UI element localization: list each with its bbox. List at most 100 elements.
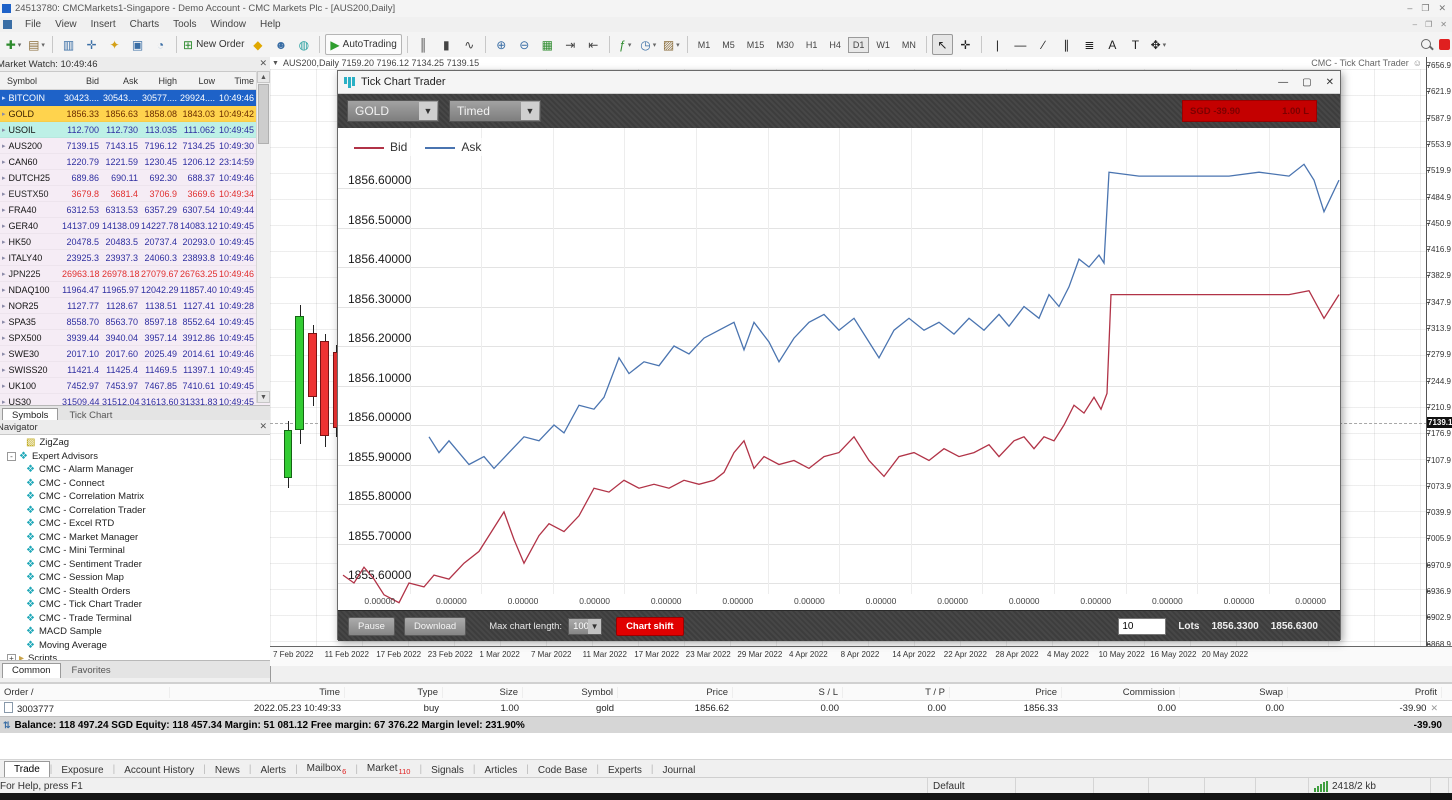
terminal-tab-exposure[interactable]: Exposure — [52, 763, 112, 778]
nav-item-cmc-trade-terminal[interactable]: ❖CMC - Trade Terminal — [0, 612, 270, 626]
terminal-tab-experts[interactable]: Experts — [599, 763, 651, 778]
menu-tools[interactable]: Tools — [166, 19, 203, 30]
nav-item-cmc-excel-rtd[interactable]: ❖CMC - Excel RTD — [0, 517, 270, 531]
tick-window-title-bar[interactable]: Tick Chart Trader — ▢ ✕ — [338, 71, 1340, 94]
timeframe-m15-button[interactable]: M15 — [742, 37, 770, 53]
chart-shift-button[interactable]: Chart shift — [616, 617, 684, 636]
maximize-button[interactable]: ❐ — [1421, 3, 1429, 14]
column-header-symbol[interactable]: Symbol — [0, 76, 62, 86]
timeframe-mn-button[interactable]: MN — [897, 37, 921, 53]
terminal-column-sl[interactable]: S / L — [733, 687, 843, 698]
timeframe-m1-button[interactable]: M1 — [693, 37, 716, 53]
nav-item-cmc-session-map[interactable]: ❖CMC - Session Map — [0, 571, 270, 585]
symbol-row-dutch25[interactable]: ▸DUTCH25689.86690.11692.30688.3710:49:46 — [0, 170, 270, 186]
symbol-row-spa35[interactable]: ▸SPA358558.708563.708597.188552.6410:49:… — [0, 314, 270, 330]
timeframe-d1-button[interactable]: D1 — [848, 37, 870, 53]
scrollbar-thumb[interactable] — [258, 84, 269, 144]
terminal-tab-journal[interactable]: Journal — [654, 763, 705, 778]
menu-help[interactable]: Help — [253, 19, 288, 30]
child-close-button[interactable]: ✕ — [1440, 20, 1447, 29]
timeframe-m5-button[interactable]: M5 — [717, 37, 740, 53]
zoom-in-button[interactable]: ⊕ — [491, 34, 512, 55]
pause-button[interactable]: Pause — [348, 617, 395, 636]
tick-maximize-button[interactable]: ▢ — [1302, 77, 1311, 88]
symbol-row-us30[interactable]: ▸US3031509.4431512.0431613.6031331.8310:… — [0, 394, 270, 405]
scroll-down-icon[interactable]: ▼ — [257, 391, 270, 403]
open-order-row[interactable]: 30037772022.05.23 10:49:33buy1.00gold185… — [0, 701, 1452, 716]
terminal-column-time[interactable]: Time — [170, 687, 345, 698]
search-icon[interactable] — [1421, 39, 1433, 51]
navigator-close-icon[interactable]: ✕ — [259, 421, 267, 432]
symbol-row-swiss20[interactable]: ▸SWISS2011421.411425.411469.511397.110:4… — [0, 362, 270, 378]
status-profile[interactable]: Default — [928, 778, 1016, 794]
column-header-ask[interactable]: Ask — [102, 76, 141, 86]
indicators-button[interactable]: ƒ▾ — [615, 34, 636, 55]
new-order-button[interactable]: ⊞New Order — [182, 34, 245, 55]
tab-common[interactable]: Common — [2, 663, 61, 678]
nav-item-cmc-sentiment-trader[interactable]: ❖CMC - Sentiment Trader — [0, 558, 270, 572]
tree-expander-icon[interactable]: - — [7, 452, 16, 461]
text-label-button[interactable]: T — [1125, 34, 1146, 55]
nav-item-scripts[interactable]: +▸Scripts — [0, 652, 270, 660]
nav-item-cmc-market-manager[interactable]: ❖CMC - Market Manager — [0, 531, 270, 545]
symbol-row-gold[interactable]: ▸GOLD1856.331856.631858.081843.0310:49:4… — [0, 106, 270, 122]
column-header-high[interactable]: High — [141, 76, 180, 86]
profiles-button[interactable]: ▤▾ — [26, 34, 47, 55]
text-button[interactable]: A — [1102, 34, 1123, 55]
terminal-tab-alerts[interactable]: Alerts — [252, 763, 296, 778]
terminal-tab-articles[interactable]: Articles — [475, 763, 526, 778]
menu-view[interactable]: View — [48, 19, 84, 30]
publisher-button[interactable]: ☻ — [270, 34, 291, 55]
position-pl-button[interactable]: SGD -39.90 1.00 L — [1182, 100, 1317, 122]
column-header-bid[interactable]: Bid — [62, 76, 102, 86]
minimize-button[interactable]: – — [1407, 3, 1412, 14]
new-chart-button[interactable]: ✚▾ — [3, 34, 24, 55]
cursor-button[interactable]: ↖ — [932, 34, 953, 55]
terminal-column-price[interactable]: Price — [618, 687, 733, 698]
tick-close-button[interactable]: ✕ — [1326, 77, 1334, 88]
symbol-row-swe30[interactable]: ▸SWE302017.102017.602025.492014.6110:49:… — [0, 346, 270, 362]
column-header-time[interactable]: Time — [218, 76, 257, 86]
market-watch-toggle-button[interactable]: ▥ — [58, 34, 79, 55]
symbol-row-italy40[interactable]: ▸ITALY4023925.323937.324060.323893.810:4… — [0, 250, 270, 266]
price-axis[interactable]: 7656.97621.97587.97553.97519.97484.97450… — [1426, 57, 1452, 646]
terminal-column-size[interactable]: Size — [443, 687, 523, 698]
symbol-row-usoil[interactable]: ▸USOIL112.700112.730113.035111.06210:49:… — [0, 122, 270, 138]
terminal-tab-code-base[interactable]: Code Base — [529, 763, 596, 778]
equidistant-channel-button[interactable]: ∥ — [1056, 34, 1077, 55]
close-button[interactable]: ✕ — [1438, 3, 1446, 14]
symbol-select[interactable]: GOLD ▼ — [347, 100, 439, 122]
arrows-button[interactable]: ✥▾ — [1148, 34, 1169, 55]
auto-scroll-button[interactable]: ⇥ — [560, 34, 581, 55]
tree-expander-icon[interactable]: + — [7, 654, 16, 660]
nav-item-cmc-alarm-manager[interactable]: ❖CMC - Alarm Manager — [0, 463, 270, 477]
symbol-row-ger40[interactable]: ▸GER4014137.0914138.0914227.7814083.1210… — [0, 218, 270, 234]
timeframe-h4-button[interactable]: H4 — [824, 37, 846, 53]
data-window-button[interactable]: ✛ — [81, 34, 102, 55]
download-button[interactable]: Download — [404, 617, 466, 636]
symbol-row-can60[interactable]: ▸CAN601220.791221.591230.451206.1223:14:… — [0, 154, 270, 170]
periods-button[interactable]: ◷▾ — [638, 34, 659, 55]
terminal-column-price[interactable]: Price — [950, 687, 1062, 698]
trendline-button[interactable]: ∕ — [1033, 34, 1054, 55]
timeframe-h1-button[interactable]: H1 — [801, 37, 823, 53]
nav-item-expert-advisors[interactable]: -❖Expert Advisors — [0, 450, 270, 464]
symbol-row-ndaq100[interactable]: ▸NDAQ10011964.4711965.9712042.2911857.40… — [0, 282, 270, 298]
timeframe-m30-button[interactable]: M30 — [771, 37, 799, 53]
nav-item-cmc-correlation-matrix[interactable]: ❖CMC - Correlation Matrix — [0, 490, 270, 504]
chart-mode-select[interactable]: Timed ▼ — [449, 100, 541, 122]
child-minimize-button[interactable]: – — [1413, 20, 1417, 29]
candlestick-mode-button[interactable]: ▮ — [436, 34, 457, 55]
symbol-row-nor25[interactable]: ▸NOR251127.771128.671138.511127.4110:49:… — [0, 298, 270, 314]
symbol-row-uk100[interactable]: ▸UK1007452.977453.977467.857410.6110:49:… — [0, 378, 270, 394]
terminal-column-swap[interactable]: Swap — [1180, 687, 1288, 698]
navigator-toggle-button[interactable]: ✦ — [104, 34, 125, 55]
tab-favorites[interactable]: Favorites — [62, 663, 121, 678]
terminal-column-symbol[interactable]: Symbol — [523, 687, 618, 698]
scroll-up-icon[interactable]: ▲ — [257, 71, 270, 83]
terminal-column-order[interactable]: Order / — [0, 687, 170, 698]
menu-file[interactable]: File — [18, 19, 48, 30]
terminal-toggle-button[interactable]: ▣ — [127, 34, 148, 55]
nav-item-macd-sample[interactable]: ❖MACD Sample — [0, 625, 270, 639]
horizontal-line-button[interactable]: — — [1010, 34, 1031, 55]
